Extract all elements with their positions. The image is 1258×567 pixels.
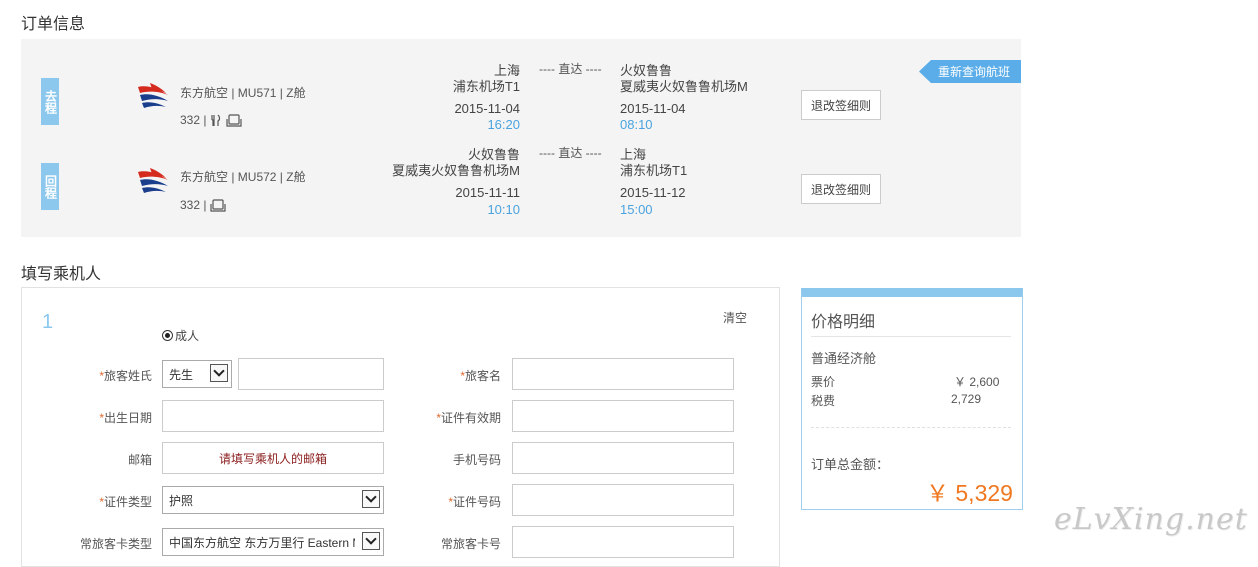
clear-button[interactable]: 清空	[723, 309, 747, 326]
order-info-title: 订单信息	[21, 16, 86, 33]
ff-type-select[interactable]: 中国东方航空 东方万里行 Eastern Miles	[162, 528, 384, 556]
id-type-select[interactable]: 护照	[162, 486, 384, 514]
id-expiry-label: *证件有效期	[436, 411, 501, 425]
outbound-depart-time: 16:20	[487, 117, 520, 132]
watermark: eLvXing.net	[1054, 502, 1248, 537]
adult-radio-label: 成人	[175, 329, 200, 343]
chevron-down-icon[interactable]	[362, 490, 380, 508]
surname-label: *旅客姓氏	[99, 369, 152, 383]
outbound-arrive-date: 2015-11-04	[620, 101, 686, 116]
outbound-airline-info: 东方航空 | MU571 | Z舱	[180, 86, 306, 100]
passenger-index: 1	[42, 311, 54, 333]
outbound-direct-label: ---- 直达 ----	[539, 62, 602, 76]
price-detail-title: 价格明细	[811, 314, 876, 331]
id-expiry-input[interactable]	[512, 400, 734, 432]
seat-icon	[210, 198, 227, 212]
outbound-aircraft-type: 332 |	[180, 113, 207, 127]
tax-value: 2,729	[951, 392, 982, 406]
tax-label: 税费	[811, 394, 836, 408]
id-type-label: *证件类型	[99, 495, 152, 509]
return-refund-rules-button[interactable]: 退改签细则	[801, 174, 881, 204]
order-panel	[21, 39, 1021, 237]
id-number-label: *证件号码	[448, 495, 501, 509]
given-name-input[interactable]	[512, 358, 734, 390]
id-number-input[interactable]	[512, 484, 734, 516]
return-depart-time: 10:10	[487, 202, 520, 217]
fare-value: ￥ 2,600	[954, 375, 1000, 389]
meal-icon	[211, 114, 221, 126]
outbound-tag: 去程	[41, 78, 59, 125]
return-aircraft-type: 332 |	[180, 198, 207, 212]
email-label: 邮箱	[127, 453, 152, 467]
return-airline-info: 东方航空 | MU572 | Z舱	[180, 170, 306, 184]
chevron-down-icon[interactable]	[362, 532, 380, 550]
birthdate-label: *出生日期	[99, 411, 152, 425]
outbound-arrive-time: 08:10	[620, 117, 653, 132]
return-tag: 回程	[41, 163, 59, 210]
chevron-down-icon[interactable]	[210, 364, 228, 382]
return-arrive-airport: 浦东机场T1	[620, 163, 688, 178]
divider	[811, 427, 1011, 428]
requery-flights-button[interactable]: 重新查询航班	[919, 60, 1021, 83]
total-amount: ￥ 5,329	[926, 480, 1013, 506]
ff-number-label: 常旅客卡号	[440, 537, 501, 551]
surname-input[interactable]	[238, 358, 384, 390]
return-arrive-date: 2015-11-12	[620, 185, 686, 200]
divider	[811, 336, 1011, 337]
outbound-equipment: 332 |	[180, 113, 243, 127]
email-input[interactable]: 请填写乘机人的邮箱	[162, 442, 384, 474]
adult-radio[interactable]: 成人	[162, 327, 199, 344]
china-eastern-logo-icon	[138, 83, 168, 108]
fare-label: 票价	[811, 375, 836, 389]
total-label: 订单总金额：	[811, 457, 890, 472]
outbound-arrive-airport: 夏威夷火奴鲁鲁机场M	[620, 79, 748, 94]
outbound-depart-date: 2015-11-04	[454, 101, 520, 116]
passenger-section-title: 填写乘机人	[21, 266, 102, 283]
outbound-depart-airport: 浦东机场T1	[452, 79, 520, 94]
title-select[interactable]: 先生	[162, 360, 232, 388]
radio-selected-icon[interactable]	[162, 330, 173, 341]
return-direct-label: ---- 直达 ----	[539, 146, 602, 160]
return-equipment: 332 |	[180, 198, 227, 212]
phone-input[interactable]	[512, 442, 734, 474]
given-name-label: *旅客名	[460, 369, 501, 383]
china-eastern-logo-icon	[138, 168, 168, 193]
cabin-class: 普通经济舱	[811, 351, 877, 366]
ff-number-input[interactable]	[512, 526, 734, 558]
return-arrive-time: 15:00	[620, 202, 653, 217]
seat-icon	[226, 113, 243, 127]
outbound-refund-rules-button[interactable]: 退改签细则	[801, 90, 881, 120]
return-depart-airport: 夏威夷火奴鲁鲁机场M	[392, 163, 520, 178]
return-depart-date: 2015-11-11	[455, 185, 520, 200]
birthdate-input[interactable]	[162, 400, 384, 432]
phone-label: 手机号码	[452, 453, 501, 467]
ff-type-label: 常旅客卡类型	[79, 537, 152, 551]
